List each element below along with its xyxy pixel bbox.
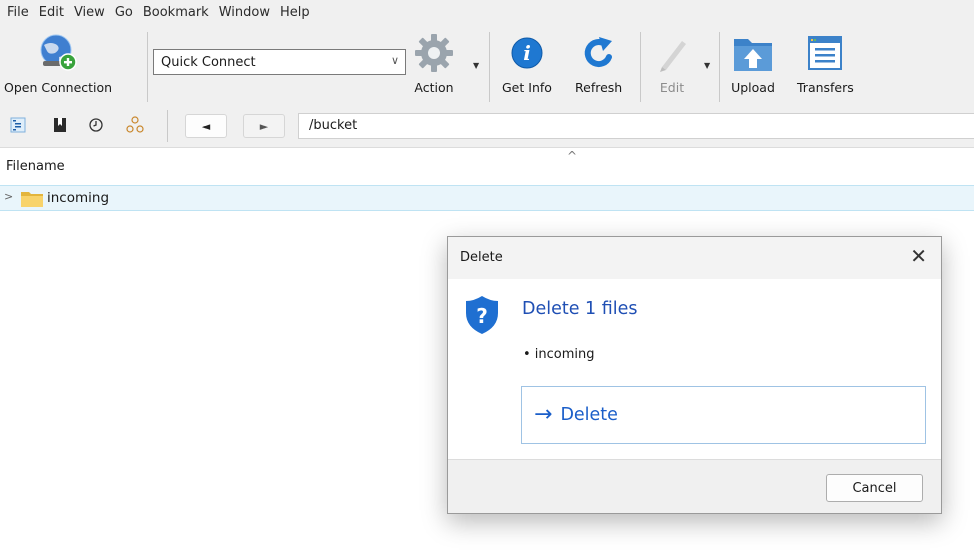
svg-text:?: ?: [476, 304, 488, 328]
upload-icon: [730, 30, 776, 76]
transfers-icon: [805, 30, 845, 76]
expand-chevron-icon[interactable]: >: [4, 190, 13, 203]
open-connection-label: Open Connection: [4, 80, 113, 95]
menu-bookmark[interactable]: Bookmark: [140, 0, 216, 26]
menu-edit[interactable]: Edit: [36, 0, 71, 26]
arrow-right-icon: →: [534, 402, 553, 427]
gear-icon: [412, 30, 456, 76]
forward-button[interactable]: ►: [243, 114, 285, 138]
toolbar-separator: [719, 32, 720, 102]
menu-file[interactable]: File: [4, 0, 36, 26]
forward-arrow-icon: ►: [259, 119, 269, 133]
transfers-button[interactable]: Transfers: [797, 30, 854, 95]
toolbar-separator: [489, 32, 490, 102]
edit-caret-icon[interactable]: ▼: [704, 61, 710, 70]
get-info-button[interactable]: i Get Info: [502, 30, 552, 95]
open-connection-button[interactable]: Open Connection: [4, 30, 112, 95]
file-name: incoming: [47, 190, 110, 206]
chevron-down-icon: ∨: [390, 54, 399, 67]
quick-connect-value: Quick Connect: [161, 54, 256, 70]
edit-label: Edit: [659, 80, 685, 95]
cancel-button[interactable]: Cancel: [826, 474, 923, 502]
menu-bar: File Edit View Go Bookmark Window Help: [0, 0, 974, 26]
file-row[interactable]: > incoming: [0, 185, 974, 211]
navbar-separator: [167, 110, 168, 142]
menu-help[interactable]: Help: [277, 0, 317, 26]
column-filename[interactable]: Filename: [6, 159, 65, 174]
navigation-bar: ◄ ► /bucket: [0, 104, 974, 148]
refresh-icon: [579, 30, 619, 76]
transfers-label: Transfers: [797, 80, 854, 95]
dialog-instruction: Delete 1 files: [522, 299, 638, 319]
back-arrow-icon: ◄: [201, 119, 211, 133]
menu-view[interactable]: View: [71, 0, 112, 26]
action-button[interactable]: Action: [412, 30, 456, 95]
dialog-title: Delete: [460, 250, 503, 265]
upload-label: Upload: [731, 80, 775, 95]
action-caret-icon[interactable]: ▼: [473, 61, 479, 70]
info-icon: i: [508, 30, 546, 76]
menu-go[interactable]: Go: [112, 0, 140, 26]
menu-window[interactable]: Window: [216, 0, 277, 26]
dialog-footer: Cancel: [448, 459, 941, 513]
file-list-header: ^ Filename: [0, 149, 974, 183]
dialog-title-bar: Delete ✕: [448, 237, 941, 279]
back-button[interactable]: ◄: [185, 114, 227, 138]
bonjour-icon[interactable]: [126, 116, 144, 134]
delete-command-label: Delete: [560, 405, 618, 425]
toolbar: Open Connection Quick Connect ∨ Action ▼…: [0, 26, 974, 104]
close-icon[interactable]: ✕: [910, 245, 927, 267]
delete-command-link[interactable]: → Delete: [521, 386, 926, 444]
action-label: Action: [414, 80, 454, 95]
refresh-label: Refresh: [575, 80, 623, 95]
globe-plus-icon: [35, 30, 81, 76]
dialog-content: • incoming: [523, 347, 595, 362]
question-shield-icon: ?: [465, 295, 499, 339]
folder-icon: [21, 191, 43, 211]
toolbar-separator: [640, 32, 641, 102]
sort-indicator-icon: ^: [567, 149, 578, 163]
bookmarks-icon[interactable]: [51, 116, 69, 134]
refresh-button[interactable]: Refresh: [575, 30, 622, 95]
svg-text:i: i: [523, 41, 531, 65]
history-icon[interactable]: [87, 116, 105, 134]
upload-button[interactable]: Upload: [730, 30, 776, 95]
toolbar-separator: [147, 32, 148, 102]
delete-dialog: Delete ✕ ? Delete 1 files • incoming → D…: [447, 236, 942, 514]
dialog-body: ? Delete 1 files • incoming → Delete: [448, 279, 941, 459]
get-info-label: Get Info: [502, 80, 552, 95]
quick-connect-select[interactable]: Quick Connect ∨: [153, 49, 406, 75]
pencil-icon: [655, 30, 689, 76]
browser-view-icon[interactable]: [9, 116, 27, 134]
path-field[interactable]: /bucket: [298, 113, 974, 139]
edit-button[interactable]: Edit: [655, 30, 689, 95]
